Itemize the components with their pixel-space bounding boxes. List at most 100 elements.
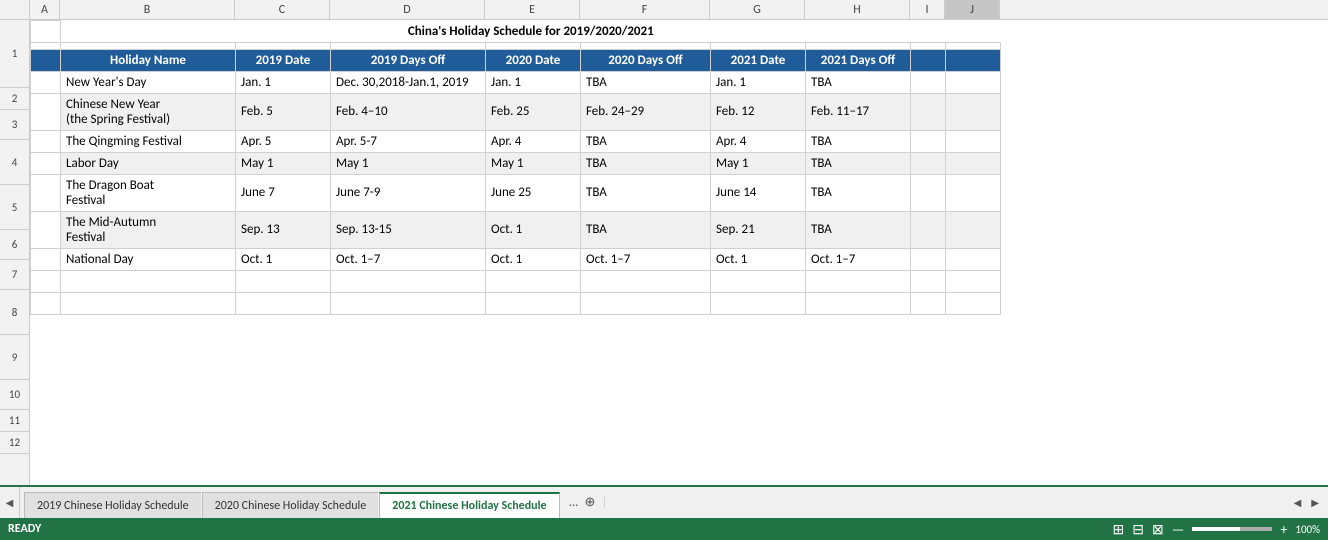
- scroll-left-arrow[interactable]: ◀: [1291, 495, 1305, 510]
- zoom-percent: 100%: [1295, 523, 1320, 536]
- row-num-8[interactable]: 8: [0, 290, 29, 335]
- tab-scroll-left[interactable]: ◀: [0, 487, 20, 518]
- cell-a1: [31, 21, 61, 43]
- row-9: The Mid-AutumnFestival Sep. 13 Sep. 13-1…: [31, 211, 1001, 248]
- spreadsheet: A B C D E F G H I J 1 2 3 4 5 6 7 8 9 10…: [0, 0, 1328, 540]
- header-2020-daysoff: 2020 Days Off: [581, 49, 711, 71]
- cell-h4: TBA: [806, 71, 911, 93]
- spreadsheet-title: China's Holiday Schedule for 2019/2020/2…: [408, 24, 654, 39]
- row-num-3[interactable]: 3: [0, 110, 29, 140]
- row-2: [31, 42, 1001, 49]
- cell-f7: TBA: [581, 152, 711, 174]
- cell-g2: [711, 42, 806, 49]
- header-empty-col: [31, 49, 61, 71]
- row-num-4[interactable]: 4: [0, 140, 29, 185]
- view-page-icon[interactable]: ⊠: [1152, 521, 1164, 538]
- tab-add-button[interactable]: ⊕: [584, 495, 595, 510]
- row-num-9[interactable]: 9: [0, 335, 29, 380]
- cell-b4: New Year's Day: [61, 71, 236, 93]
- row-num-5[interactable]: 5: [0, 185, 29, 230]
- cell-i9: [911, 211, 946, 248]
- cell-a8: [31, 174, 61, 211]
- cell-d8: June 7-9: [331, 174, 486, 211]
- view-normal-icon[interactable]: ⊞: [1113, 521, 1125, 538]
- row-3-headers: Holiday Name 2019 Date 2019 Days Off 202…: [31, 49, 1001, 71]
- cell-e2: [486, 42, 581, 49]
- view-layout-icon[interactable]: ⊟: [1132, 521, 1144, 538]
- cell-i6: [911, 130, 946, 152]
- cell-e11: [486, 270, 581, 292]
- header-holiday-name: Holiday Name: [61, 49, 236, 71]
- row-num-6[interactable]: 6: [0, 230, 29, 260]
- cell-h5: Feb. 11–17: [806, 93, 911, 130]
- row-6: The Qingming Festival Apr. 5 Apr. 5-7 Ap…: [31, 130, 1001, 152]
- cell-c8: June 7: [236, 174, 331, 211]
- row-num-7[interactable]: 7: [0, 260, 29, 290]
- cell-h7: TBA: [806, 152, 911, 174]
- col-header-f[interactable]: F: [580, 0, 710, 19]
- col-header-b[interactable]: B: [60, 0, 235, 19]
- cell-f10: Oct. 1–7: [581, 248, 711, 270]
- cell-d4: Dec. 30,2018-Jan.1, 2019: [331, 71, 486, 93]
- cell-c7: May 1: [236, 152, 331, 174]
- tab-2020[interactable]: 2020 Chinese Holiday Schedule: [202, 492, 379, 518]
- cell-f9: TBA: [581, 211, 711, 248]
- cell-g4: Jan. 1: [711, 71, 806, 93]
- row-num-10[interactable]: 10: [0, 380, 29, 410]
- row-num-1[interactable]: 1: [0, 20, 29, 88]
- col-header-j[interactable]: J: [945, 0, 1000, 19]
- cell-g5: Feb. 12: [711, 93, 806, 130]
- header-2020-date: 2020 Date: [486, 49, 581, 71]
- col-header-i[interactable]: I: [910, 0, 945, 19]
- header-2019-date: 2019 Date: [236, 49, 331, 71]
- cell-d6: Apr. 5-7: [331, 130, 486, 152]
- cell-a2: [31, 42, 61, 49]
- cell-e4: Jan. 1: [486, 71, 581, 93]
- row-7: Labor Day May 1 May 1 May 1 TBA May 1 TB…: [31, 152, 1001, 174]
- cell-b5: Chinese New Year(the Spring Festival): [61, 93, 236, 130]
- cell-c11: [236, 270, 331, 292]
- col-header-e[interactable]: E: [485, 0, 580, 19]
- zoom-out-icon[interactable]: —: [1172, 521, 1185, 538]
- cell-d7: May 1: [331, 152, 486, 174]
- col-header-d[interactable]: D: [330, 0, 485, 19]
- col-header-h[interactable]: H: [805, 0, 910, 19]
- tab-2019[interactable]: 2019 Chinese Holiday Schedule: [24, 492, 201, 518]
- row-10: National Day Oct. 1 Oct. 1–7 Oct. 1 Oct.…: [31, 248, 1001, 270]
- tab-2021[interactable]: 2021 Chinese Holiday Schedule: [379, 492, 559, 518]
- cell-a12: [31, 292, 61, 314]
- row-num-12[interactable]: 12: [0, 432, 29, 454]
- zoom-slider[interactable]: [1192, 527, 1272, 531]
- cell-a9: [31, 211, 61, 248]
- cell-b12: [61, 292, 236, 314]
- cell-d10: Oct. 1–7: [331, 248, 486, 270]
- cell-e6: Apr. 4: [486, 130, 581, 152]
- cell-c9: Sep. 13: [236, 211, 331, 248]
- cell-j8: [946, 174, 1001, 211]
- cell-f4: TBA: [581, 71, 711, 93]
- corner-cell: [0, 0, 30, 19]
- cell-a10: [31, 248, 61, 270]
- cell-c6: Apr. 5: [236, 130, 331, 152]
- tab-right-area: ◀ ▶: [607, 487, 1328, 518]
- scroll-right-arrow[interactable]: ▶: [1308, 495, 1322, 510]
- cell-e5: Feb. 25: [486, 93, 581, 130]
- cell-b11: [61, 270, 236, 292]
- row-num-2[interactable]: 2: [0, 88, 29, 110]
- row-num-11[interactable]: 11: [0, 410, 29, 432]
- cell-g8: June 14: [711, 174, 806, 211]
- row-12: [31, 292, 1001, 314]
- sheet-table: China's Holiday Schedule for 2019/2020/2…: [30, 20, 1001, 315]
- cell-j2: [946, 42, 1001, 49]
- cell-g9: Sep. 21: [711, 211, 806, 248]
- header-2021-date: 2021 Date: [711, 49, 806, 71]
- col-header-g[interactable]: G: [710, 0, 805, 19]
- cell-a6: [31, 130, 61, 152]
- cell-a11: [31, 270, 61, 292]
- zoom-in-icon[interactable]: +: [1280, 521, 1287, 538]
- tab-ellipsis[interactable]: ...: [569, 495, 579, 510]
- col-header-a[interactable]: A: [30, 0, 60, 19]
- tab-2021-label: 2021 Chinese Holiday Schedule: [392, 499, 546, 513]
- col-header-c[interactable]: C: [235, 0, 330, 19]
- cell-h2: [806, 42, 911, 49]
